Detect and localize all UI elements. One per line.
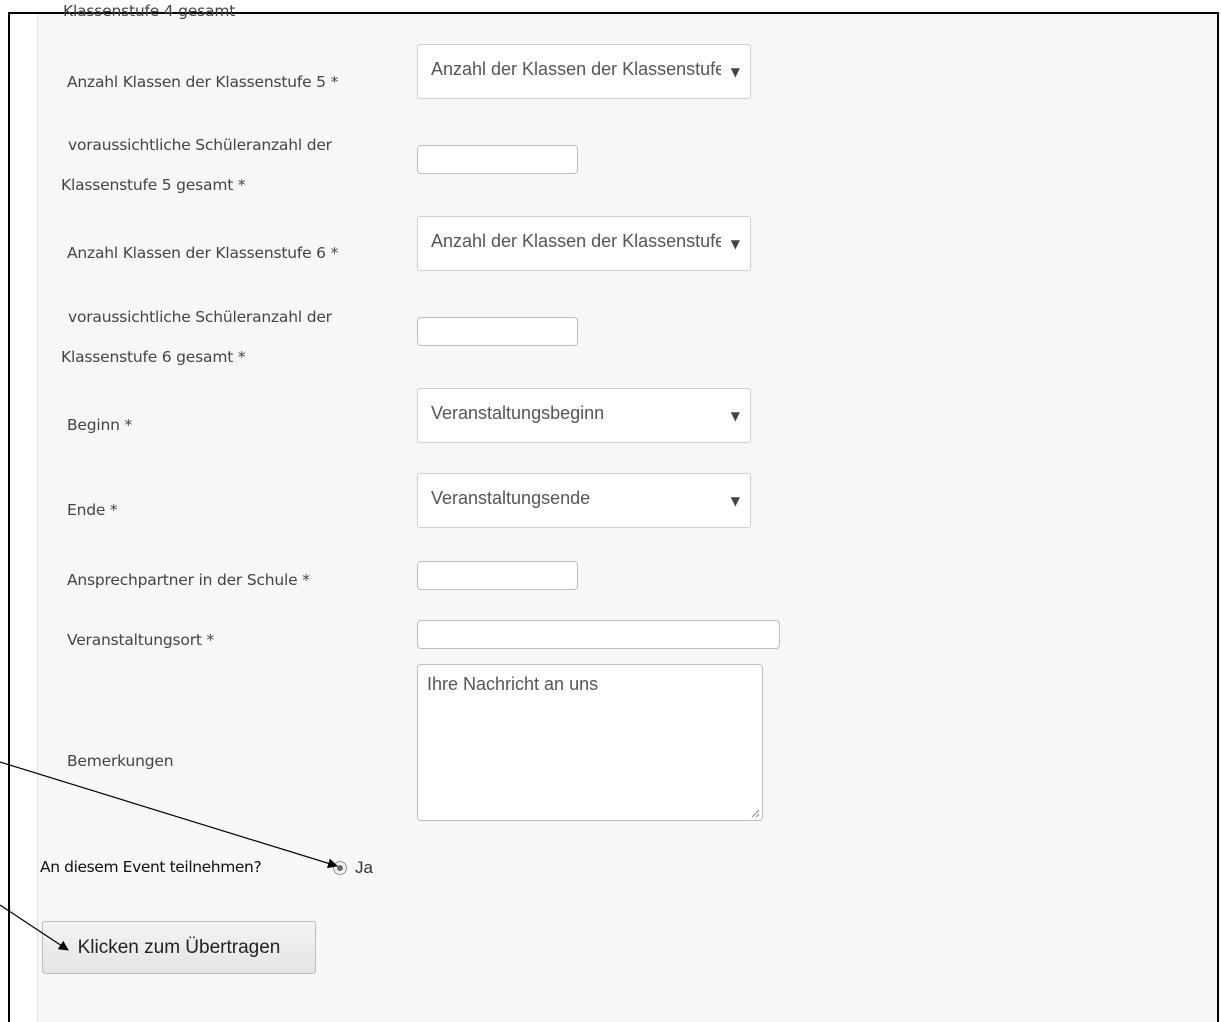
chevron-down-icon: ▼ xyxy=(730,409,740,423)
students-grade5-input[interactable] xyxy=(417,145,578,174)
chevron-down-icon: ▼ xyxy=(730,65,740,79)
classes-grade6-select[interactable]: Anzahl der Klassen der Klassenstufe 6 ▼ xyxy=(417,216,751,271)
remarks-label: Bemerkungen xyxy=(67,752,174,770)
students-grade6-input[interactable] xyxy=(417,317,578,346)
end-label: Ende * xyxy=(67,501,118,519)
end-select[interactable]: Veranstaltungsende ▼ xyxy=(417,473,751,528)
participate-question: An diesem Event teilnehmen? xyxy=(40,858,262,876)
classes-grade6-select-value: Anzahl der Klassen der Klassenstufe 6 xyxy=(431,231,721,251)
begin-select[interactable]: Veranstaltungsbeginn ▼ xyxy=(417,388,751,443)
remarks-placeholder: Ihre Nachricht an uns xyxy=(427,674,599,694)
classes-grade5-select-value: Anzahl der Klassen der Klassenstufe 5 xyxy=(431,59,721,79)
cut-off-label: Klassenstufe 4 gesamt xyxy=(63,2,236,20)
contact-label: Ansprechpartner in der Schule * xyxy=(67,571,310,589)
location-label: Veranstaltungsort * xyxy=(67,631,215,649)
radio-selected-dot xyxy=(337,865,343,871)
remarks-textarea[interactable]: Ihre Nachricht an uns xyxy=(417,664,763,821)
classes-grade5-label: Anzahl Klassen der Klassenstufe 5 * xyxy=(67,73,339,91)
begin-label: Beginn * xyxy=(67,416,133,434)
students-grade5-label-line1: voraussichtliche Schüleranzahl der xyxy=(68,136,332,154)
chevron-down-icon: ▼ xyxy=(730,494,740,508)
students-grade6-label-line1: voraussichtliche Schüleranzahl der xyxy=(68,308,332,326)
students-grade5-label-line2: Klassenstufe 5 gesamt * xyxy=(61,176,246,194)
contact-input[interactable] xyxy=(417,561,578,590)
participate-radio-label[interactable]: Ja xyxy=(355,858,373,878)
classes-grade5-select[interactable]: Anzahl der Klassen der Klassenstufe 5 ▼ xyxy=(417,44,751,99)
students-grade6-label-line2: Klassenstufe 6 gesamt * xyxy=(61,348,246,366)
participate-radio-ja[interactable] xyxy=(333,861,347,875)
chevron-down-icon: ▼ xyxy=(730,237,740,251)
begin-select-value: Veranstaltungsbeginn xyxy=(431,403,605,423)
submit-button[interactable]: Klicken zum Übertragen xyxy=(42,921,316,974)
resize-grip-icon[interactable] xyxy=(751,809,760,818)
location-input[interactable] xyxy=(417,620,780,649)
classes-grade6-label: Anzahl Klassen der Klassenstufe 6 * xyxy=(67,244,339,262)
end-select-value: Veranstaltungsende xyxy=(431,488,591,508)
